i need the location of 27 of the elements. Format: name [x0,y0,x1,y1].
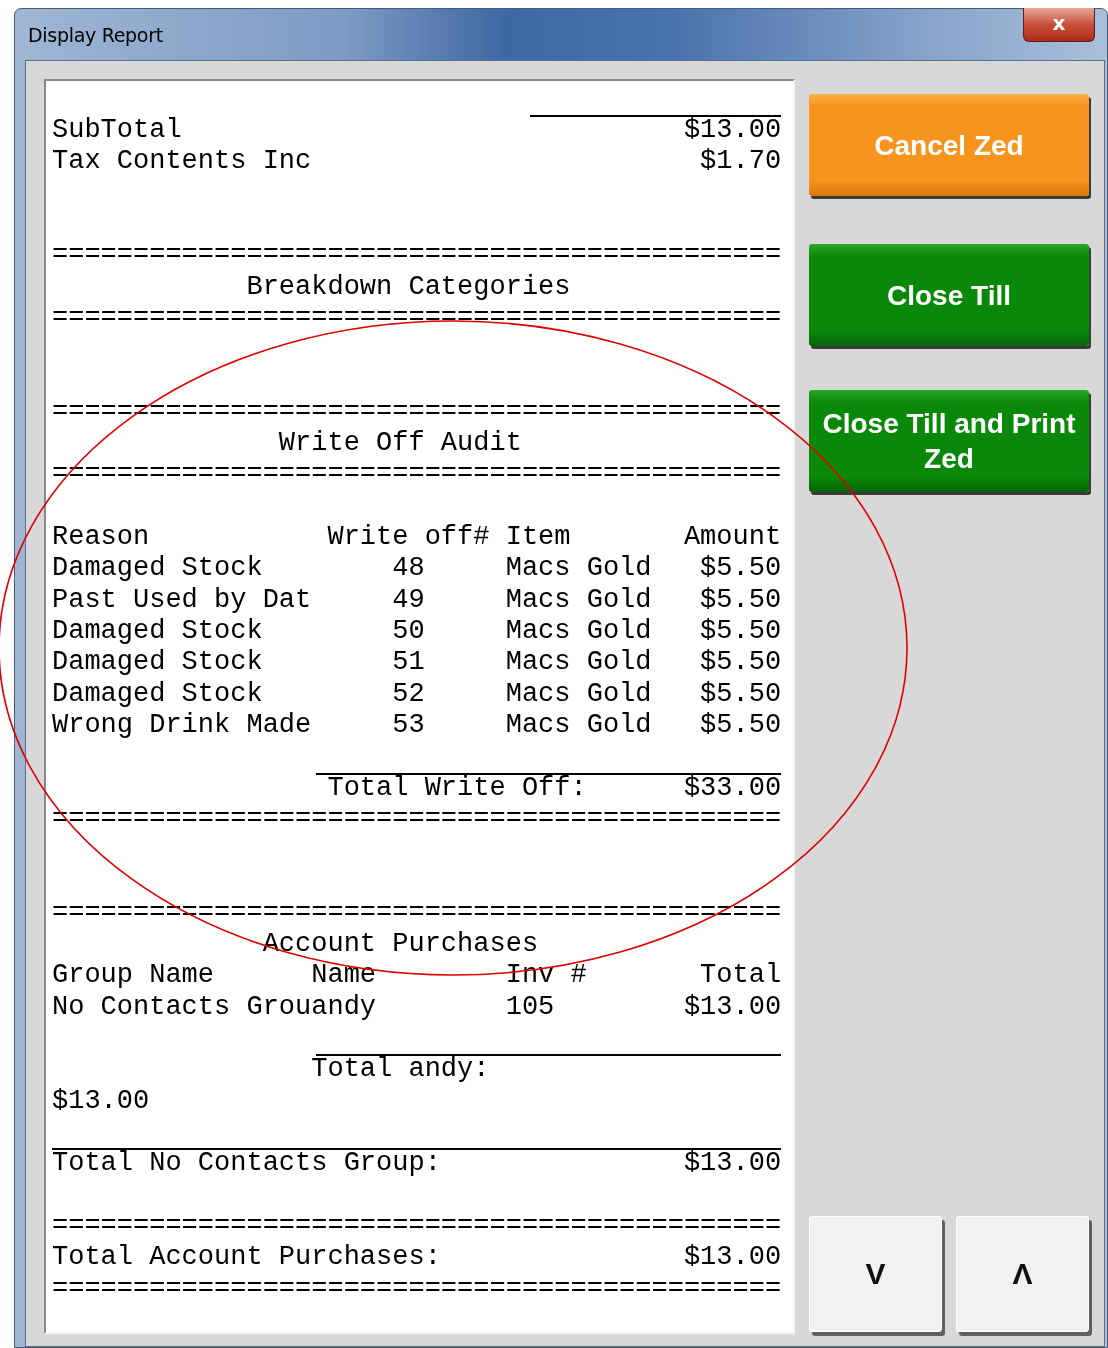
close-button[interactable]: x [1023,8,1095,42]
separator-line: ============================================= [52,1210,782,1241]
report-line: Tax Contents Inc $1.70 [52,146,782,177]
window-title: Display Report [28,23,163,46]
report-line: Damaged Stock 51 Macs Gold $5.50 [52,647,782,678]
report-line: No Contacts Grouandy 105 $13.00 [52,991,782,1022]
separator-line: ============================================= [52,240,782,271]
report-line: Group Name Name Inv # Total [52,960,782,991]
report-line: Total No Contacts Group: $13.00 [52,1148,782,1179]
report-line: Total Write Off: $33.00 [326,772,782,803]
report-line: Breakdown Categories [245,271,571,302]
report-line: SubTotal $13.00 [52,115,782,145]
report-line: Damaged Stock 50 Macs Gold $5.50 [52,616,782,646]
report-line: Write Off Audit [277,428,522,459]
report-line: $13.00 [52,1085,150,1116]
report-line: Past Used by Dat 49 Macs Gold $5.50 [52,584,782,615]
action-button[interactable]: Close Till [809,244,1089,346]
report-line: Wrong Drink Made 53 Macs Gold $5.50 [52,709,782,740]
report-line: Total andy: [310,1054,490,1085]
report-line: Damaged Stock 52 Macs Gold $5.50 [52,678,782,709]
report-line: Reason Write off# Item Amount [52,522,782,553]
report-line: Account Purchases [261,929,539,960]
report-line: Total Account Purchases: $13.00 [52,1242,782,1273]
report-line: Damaged Stock 48 Macs Gold $5.50 [52,553,782,584]
separator-line: ============================================= [52,302,782,333]
separator-line: ============================================= [52,1273,782,1304]
action-button[interactable]: Close Till and Print Zed [809,390,1089,492]
